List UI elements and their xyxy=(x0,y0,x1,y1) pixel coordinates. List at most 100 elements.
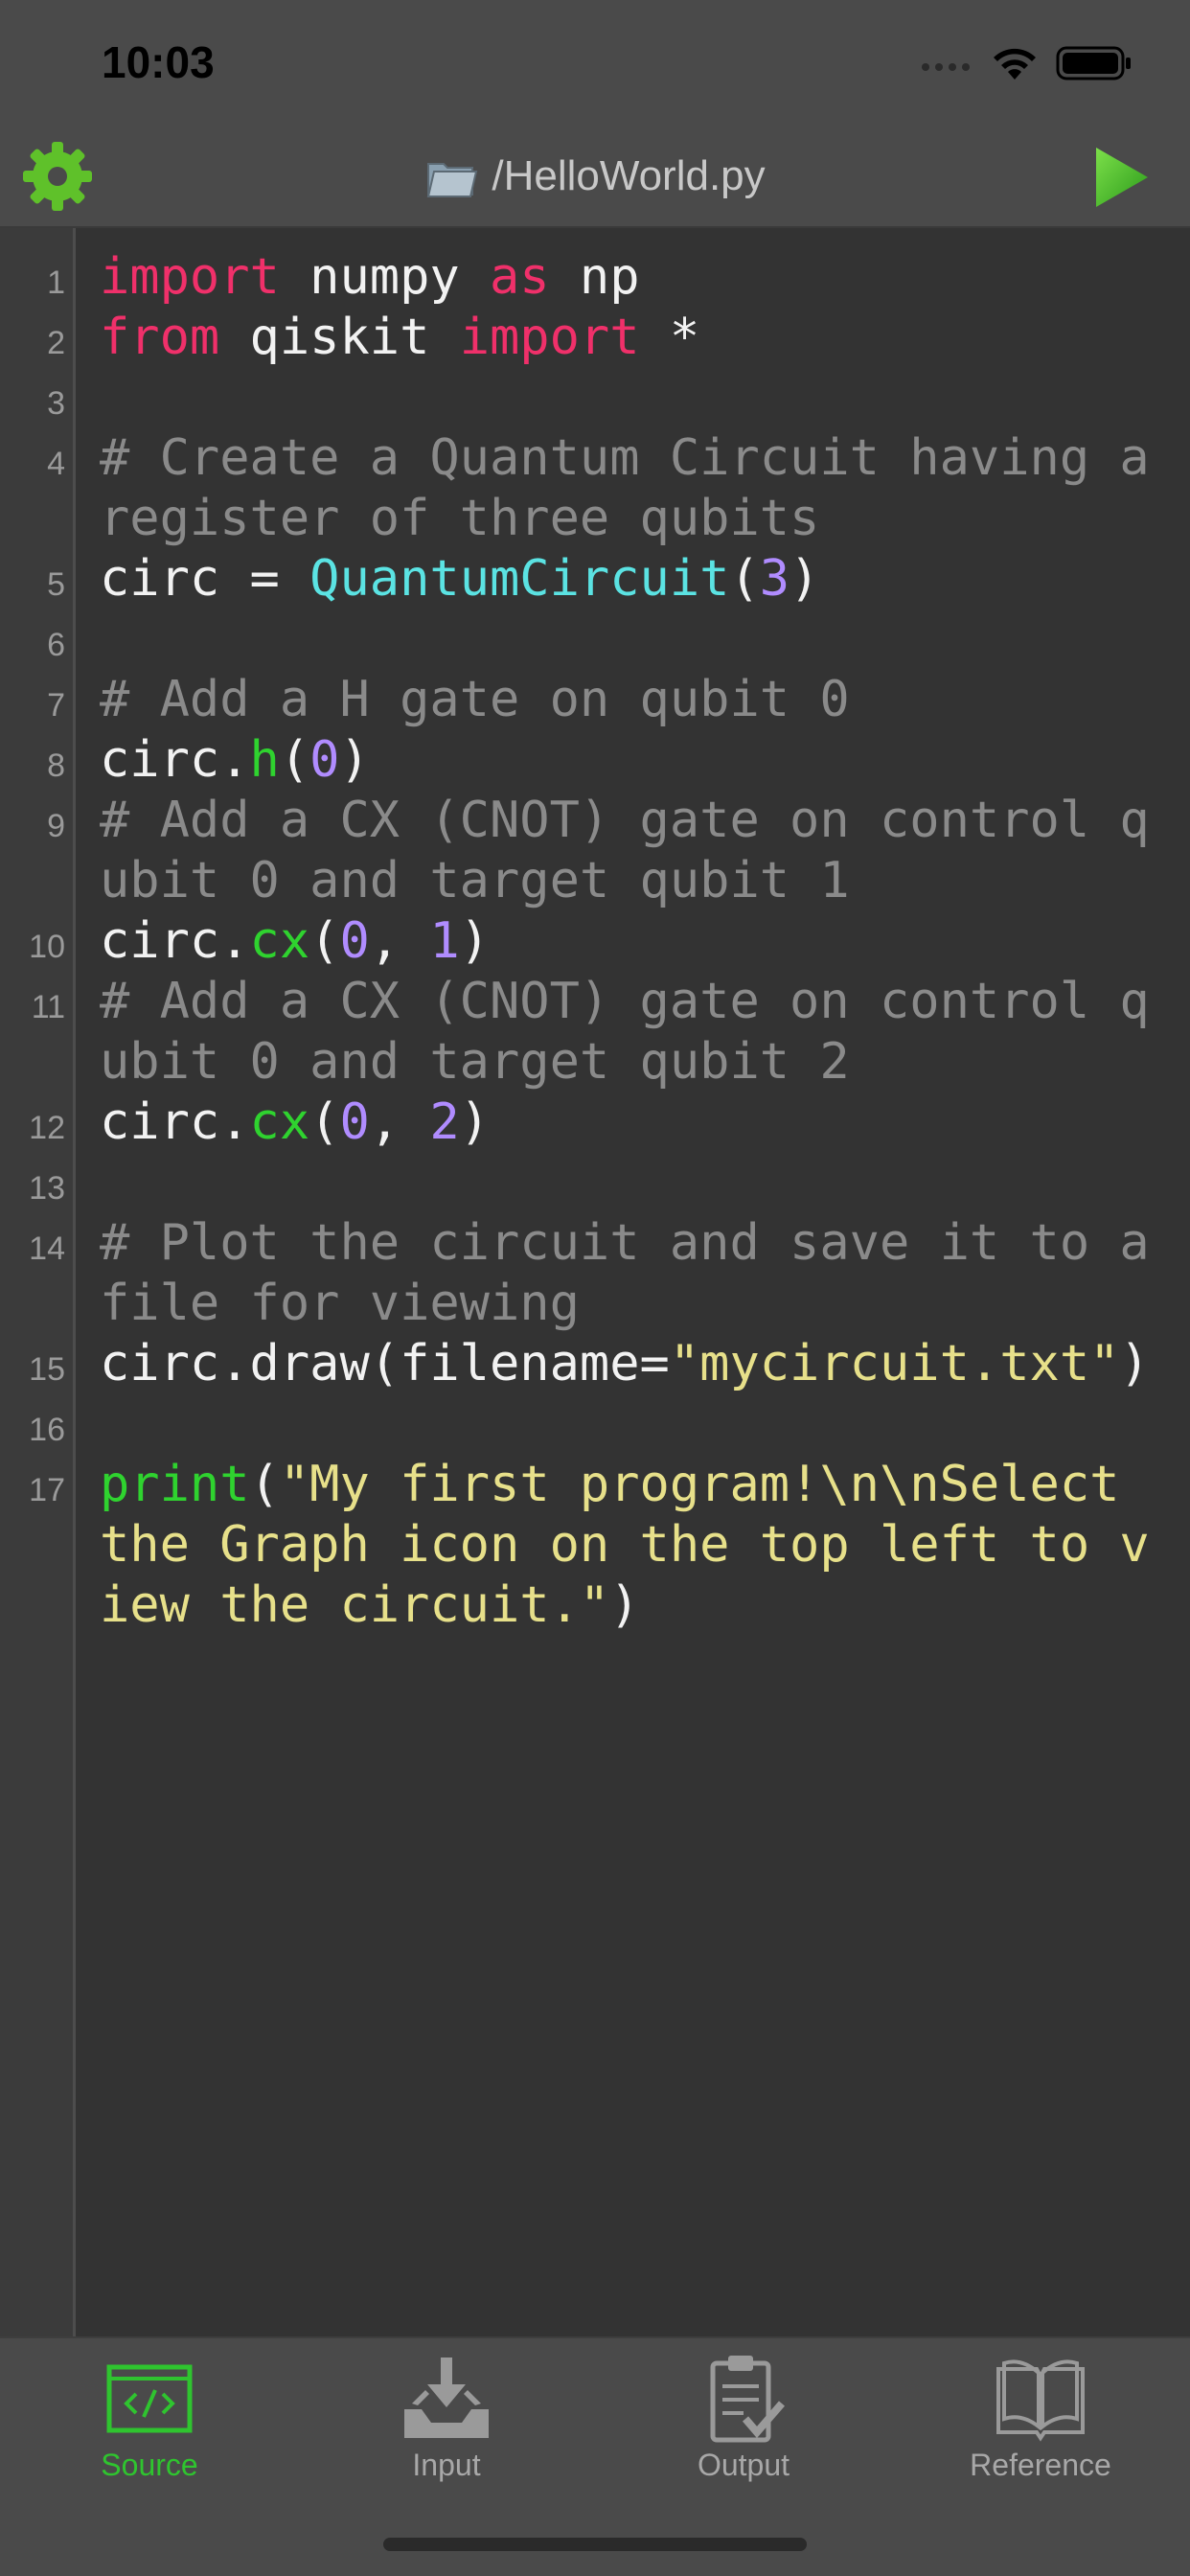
code-token: ) xyxy=(459,1093,491,1151)
code-token: # Add a H gate on qubit 0 xyxy=(100,671,850,728)
code-token: # Add a CX (CNOT) gate on control qubit … xyxy=(100,792,1150,909)
code-token: 0 xyxy=(339,1093,370,1151)
code-line[interactable]: 8 circ.h(0) xyxy=(47,730,1163,791)
tab-label-input: Input xyxy=(412,2448,481,2482)
code-line[interactable]: 16 xyxy=(29,1394,1163,1455)
code-icon xyxy=(106,2364,193,2433)
code-line[interactable]: 5 circ = QuantumCircuit(3) xyxy=(47,549,1163,610)
code-token: circ = xyxy=(100,550,310,608)
app-root: 10:03 /HelloWorld.py 1 import numpy as n… xyxy=(0,0,1190,2576)
code-token: ( xyxy=(729,550,760,608)
line-number: 3 xyxy=(47,385,65,422)
battery-icon xyxy=(1056,46,1131,80)
line-number: 8 xyxy=(47,748,65,784)
tab-reference[interactable]: Reference xyxy=(935,2350,1146,2494)
wifi-icon xyxy=(994,48,1036,80)
code-token: 0 xyxy=(339,912,370,970)
line-number: 2 xyxy=(47,325,65,361)
code-token: print xyxy=(100,1456,250,1513)
tab-label-reference: Reference xyxy=(970,2448,1111,2482)
code-line[interactable]: 9 # Add a CX (CNOT) gate on control qubit… xyxy=(47,791,1163,911)
code-token: * xyxy=(639,309,700,366)
line-number: 11 xyxy=(31,989,65,1025)
code-token: ( xyxy=(309,912,340,970)
code-token: circ. xyxy=(100,1093,250,1151)
code-editor[interactable]: 1 import numpy as np 2 from qiskit import *… xyxy=(0,228,1190,2336)
line-number: 1 xyxy=(47,264,65,301)
code-line[interactable]: 2 from qiskit import * xyxy=(47,308,1163,368)
line-number: 14 xyxy=(29,1230,65,1267)
clipboard-check-icon xyxy=(710,2356,786,2443)
code-line[interactable]: 1 import numpy as np xyxy=(47,247,1163,308)
status-time: 10:03 xyxy=(102,37,215,87)
title-wrap: /HelloWorld.py xyxy=(0,126,1190,226)
line-number: 15 xyxy=(29,1351,65,1388)
code-token: 1 xyxy=(429,912,460,970)
line-number: 17 xyxy=(29,1472,65,1508)
code-token: h xyxy=(249,731,280,789)
line-number: 4 xyxy=(47,446,65,482)
code-token: as xyxy=(490,248,550,306)
code-line[interactable]: 15 circ.draw(filename="mycircuit.txt") xyxy=(29,1334,1163,1394)
code-token: ) xyxy=(1119,1335,1150,1392)
cellular-signal-icon xyxy=(922,63,970,71)
code-token: from xyxy=(100,309,220,366)
code-token: circ. xyxy=(100,912,250,970)
line-number: 5 xyxy=(47,566,65,603)
code-token: # Create a Quantum Circuit having a regi… xyxy=(100,429,1180,547)
code-line[interactable]: 4 # Create a Quantum Circuit having a reg… xyxy=(47,428,1163,549)
code-line[interactable]: 7 # Add a H gate on qubit 0 xyxy=(47,670,1163,730)
play-icon xyxy=(1096,148,1148,207)
code-line[interactable]: 10 circ.cx(0, 1) xyxy=(29,911,1163,972)
code-line[interactable]: 6 xyxy=(47,610,1163,670)
code-token: ) xyxy=(459,912,491,970)
line-number-gutter xyxy=(0,228,76,2336)
nav-bar: /HelloWorld.py xyxy=(0,126,1190,228)
book-icon xyxy=(996,2359,1085,2442)
code-token: , xyxy=(369,1093,430,1151)
line-number: 10 xyxy=(29,929,65,965)
code-token: cx xyxy=(249,912,310,970)
tab-input[interactable]: Input xyxy=(341,2350,552,2494)
code-token: # Plot the circuit and save it to a file… xyxy=(100,1214,1180,1332)
code-token: ) xyxy=(790,550,820,608)
code-token: import xyxy=(100,248,280,306)
code-token: cx xyxy=(249,1093,310,1151)
line-number: 12 xyxy=(29,1110,65,1146)
code-token: qiskit xyxy=(219,309,460,366)
code-line[interactable]: 14 # Plot the circuit and save it to a fi… xyxy=(29,1213,1163,1334)
code-token: ( xyxy=(249,1456,280,1513)
run-button[interactable] xyxy=(1090,144,1152,211)
file-title: /HelloWorld.py xyxy=(492,152,766,199)
line-number: 7 xyxy=(47,687,65,724)
tab-label-output: Output xyxy=(697,2448,790,2482)
code-line[interactable]: 3 xyxy=(47,368,1163,428)
code-line[interactable]: 17 print("My first program!\n\nSelect the… xyxy=(29,1455,1163,1636)
line-number: 16 xyxy=(29,1412,65,1448)
code-token: 3 xyxy=(759,550,790,608)
code-area[interactable]: 1 import numpy as np 2 from qiskit import *… xyxy=(29,247,1163,1636)
code-token: , xyxy=(369,912,430,970)
code-token: ) xyxy=(609,1576,640,1634)
code-line[interactable]: 12 circ.cx(0, 2) xyxy=(29,1092,1163,1153)
status-icons xyxy=(920,44,1133,82)
download-tray-icon xyxy=(404,2358,489,2438)
code-line[interactable]: 11 # Add a CX (CNOT) gate on control qubi… xyxy=(32,972,1163,1092)
folder-icon xyxy=(427,163,478,197)
tab-source[interactable]: Source xyxy=(44,2350,255,2494)
code-token: np xyxy=(549,248,640,306)
line-number: 6 xyxy=(47,627,65,663)
code-line[interactable]: 13 xyxy=(29,1153,1163,1213)
code-token: circ. xyxy=(100,731,250,789)
code-token: circ.draw(filename= xyxy=(100,1335,670,1392)
code-token: # Add a CX (CNOT) gate on control qubit … xyxy=(100,973,1150,1091)
code-token: ( xyxy=(309,1093,340,1151)
code-token: 2 xyxy=(429,1093,460,1151)
code-token: numpy xyxy=(279,248,490,306)
code-token: "mycircuit.txt" xyxy=(669,1335,1120,1392)
status-bar: 10:03 xyxy=(0,0,1190,126)
code-token: ) xyxy=(339,731,370,789)
line-number: 13 xyxy=(29,1170,65,1207)
tab-output[interactable]: Output xyxy=(638,2350,849,2494)
line-number: 9 xyxy=(47,808,65,844)
